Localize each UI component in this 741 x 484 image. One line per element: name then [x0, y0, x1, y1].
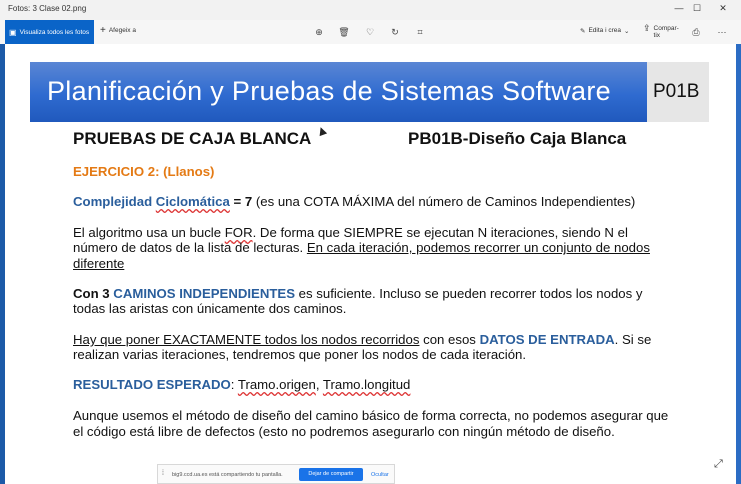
screen-share-bar: ⁞ big9.ccd.ua.es está compartiendo tu pa… — [157, 464, 395, 484]
window-title: Fotos: 3 Clase 02.png — [8, 4, 87, 13]
edit-create-button[interactable]: ✎ Edita i crea ⌄ — [580, 27, 629, 35]
slide-banner: Planificación y Pruebas de Sistemas Soft… — [30, 62, 647, 122]
input-data-line-1: Hay que poner EXACTAMENTE todos los nodo… — [73, 332, 651, 348]
desktop-background-right — [736, 44, 741, 484]
edit-create-label: Edita i crea — [588, 27, 621, 34]
complexity-note: (es una COTA MÁXIMA del número de Camino… — [252, 194, 636, 209]
algorithm-line-1: El algoritmo usa un bucle FOR. De forma … — [73, 225, 628, 241]
complexity-line: Complejidad Ciclomática = 7 (es una COTA… — [73, 194, 635, 210]
drag-handle-icon[interactable]: ⁞ — [162, 470, 164, 477]
print-icon[interactable]: ⎙ — [690, 25, 702, 39]
algo-text-for: FOR — [224, 225, 253, 240]
input-text-d: . Si se — [614, 332, 652, 347]
slide-banner-title: Planificación y Pruebas de Sistemas Soft… — [47, 76, 611, 106]
toolbar: ▣ Visualiza todos les fotos + Afegeix a … — [0, 20, 741, 45]
more-icon[interactable]: ⋯ — [716, 25, 728, 39]
expand-icon[interactable]: ⤢ — [714, 458, 723, 471]
result-separator: , — [315, 377, 323, 392]
expected-result-line: RESULTADO ESPERADO: Tramo.origen, Tramo.… — [73, 377, 410, 393]
algorithm-line-3: diferente — [73, 256, 125, 271]
input-text-b: con esos — [419, 332, 480, 347]
title-bar: Fotos: 3 Clase 02.png — ☐ ✕ — [0, 0, 741, 20]
exercise-title: EJERCICIO 2: (Llanos) — [73, 164, 215, 179]
result-longitud: Tramo.longitud — [322, 377, 411, 392]
plus-icon: + — [100, 25, 106, 36]
complexity-value: = 7 — [229, 194, 253, 209]
heading-right: PB01B-Diseño Caja Blanca — [408, 129, 627, 148]
favorite-icon[interactable]: ♡ — [364, 25, 376, 39]
chevron-down-icon: ⌄ — [623, 28, 630, 35]
crop-icon[interactable]: ⌗ — [414, 25, 426, 39]
input-text-a: Hay que poner EXACTAMENTE todos los nodo… — [73, 332, 420, 347]
input-text-c: DATOS DE ENTRADA — [479, 332, 615, 347]
paths-text-b: CAMINOS INDEPENDIENTES — [113, 286, 296, 301]
share-status-text: big9.ccd.ua.es está compartiendo tu pant… — [172, 472, 283, 478]
rotate-icon[interactable]: ↻ — [389, 25, 401, 39]
add-to-label: Afegeix a — [108, 27, 136, 34]
delete-icon[interactable]: 🗑 — [338, 25, 350, 39]
algorithm-line-2: número de datos de la lista de lecturas.… — [73, 240, 650, 256]
zoom-icon[interactable]: ⊕ — [313, 25, 325, 39]
close-button[interactable]: ✕ — [716, 3, 730, 14]
conclusion-line-1: Aunque usemos el método de diseño del ca… — [73, 408, 669, 423]
share-icon: ⇪ — [643, 23, 651, 33]
algo-text-2b: En cada iteración, podemos recorrer un c… — [306, 240, 650, 255]
complexity-label-word: Ciclomática — [155, 194, 230, 209]
algo-text-c: . De forma que SIEMPRE se ejecutan N ite… — [252, 225, 628, 240]
all-photos-button[interactable]: ▣ Visualiza todos les fotos — [5, 20, 94, 44]
paths-text-c: es suficiente. Incluso se pueden recorre… — [295, 286, 643, 301]
edit-icon: ✎ — [580, 28, 586, 35]
slide-code: P01B — [653, 81, 700, 102]
result-origen: Tramo.origen — [237, 377, 316, 392]
paths-line-2: todas las aristas con únicamente dos cam… — [73, 301, 347, 316]
share-label: Compar- tix — [653, 25, 679, 39]
paths-text-a: Con 3 — [73, 286, 114, 301]
paths-line-1: Con 3 CAMINOS INDEPENDIENTES es suficien… — [73, 286, 642, 302]
minimize-button[interactable]: — — [672, 3, 686, 13]
share-button[interactable]: ⇪ Compar- tix — [643, 23, 679, 40]
maximize-button[interactable]: ☐ — [690, 3, 704, 14]
input-data-line-2: realizan varias iteraciones, tendremos q… — [73, 347, 527, 362]
slide-code-box: P01B — [647, 62, 709, 122]
photos-icon: ▣ — [9, 27, 17, 37]
hide-button[interactable]: Ocultar — [371, 472, 389, 478]
result-colon: : — [230, 377, 238, 392]
add-to-button[interactable]: + Afegeix a — [100, 25, 136, 36]
heading-left: PRUEBAS DE CAJA BLANCA — [73, 129, 312, 148]
all-photos-label: Visualiza todos les fotos — [19, 28, 90, 36]
algo-text-2a: número de datos de la lista de lecturas. — [73, 240, 307, 255]
conclusion-line-2: el código está libre de defectos (esto n… — [73, 424, 615, 439]
result-label: RESULTADO ESPERADO — [73, 377, 231, 392]
complexity-label: Complejidad — [73, 194, 156, 209]
stop-sharing-button[interactable]: Dejar de compartir — [299, 468, 363, 481]
algo-text-a: El algoritmo usa un bucle — [73, 225, 225, 240]
